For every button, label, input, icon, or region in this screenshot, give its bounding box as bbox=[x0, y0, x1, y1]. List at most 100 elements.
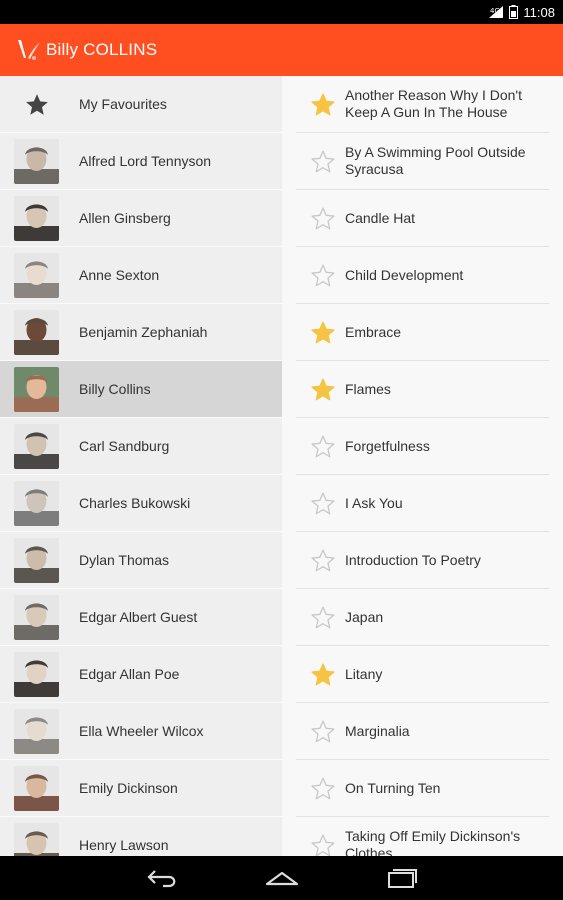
status-bar: 4G 11:08 bbox=[0, 0, 563, 24]
home-button[interactable] bbox=[262, 864, 302, 892]
poem-item[interactable]: Another Reason Why I Don't Keep A Gun In… bbox=[296, 76, 549, 133]
portrait-icon bbox=[14, 253, 59, 298]
poet-avatar bbox=[14, 139, 59, 184]
portrait-icon bbox=[14, 595, 59, 640]
poem-title: Forgetfulness bbox=[345, 437, 430, 454]
poem-item[interactable]: Forgetfulness bbox=[296, 418, 549, 475]
portrait-icon bbox=[14, 709, 59, 754]
poem-title: On Turning Ten bbox=[345, 779, 441, 796]
poet-name: Benjamin Zephaniah bbox=[79, 324, 208, 340]
star-outline-icon[interactable] bbox=[310, 833, 336, 856]
poem-item[interactable]: Child Development bbox=[296, 247, 549, 304]
poem-item[interactable]: Flames bbox=[296, 361, 549, 418]
poet-avatar bbox=[14, 310, 59, 355]
poet-item[interactable]: Edgar Allan Poe bbox=[0, 646, 282, 703]
poet-item[interactable]: Alfred Lord Tennyson bbox=[0, 133, 282, 190]
poet-item[interactable]: Benjamin Zephaniah bbox=[0, 304, 282, 361]
portrait-icon bbox=[14, 424, 59, 469]
star-outline-icon[interactable] bbox=[310, 776, 336, 802]
portrait-icon bbox=[14, 310, 59, 355]
poet-item[interactable]: Dylan Thomas bbox=[0, 532, 282, 589]
star-outline-icon[interactable] bbox=[310, 491, 336, 517]
portrait-icon bbox=[14, 367, 59, 412]
signal-icon: 4G bbox=[489, 6, 504, 18]
poem-item[interactable]: I Ask You bbox=[296, 475, 549, 532]
poet-avatar bbox=[14, 481, 59, 526]
app-bar: Billy COLLINS bbox=[0, 24, 563, 76]
home-icon bbox=[265, 871, 299, 886]
star-filled-icon[interactable] bbox=[310, 320, 336, 346]
portrait-icon bbox=[14, 139, 59, 184]
poet-item[interactable]: Ella Wheeler Wilcox bbox=[0, 703, 282, 760]
poem-item[interactable]: Marginalia bbox=[296, 703, 549, 760]
poet-item[interactable]: Allen Ginsberg bbox=[0, 190, 282, 247]
poem-item[interactable]: Introduction To Poetry bbox=[296, 532, 549, 589]
poem-item[interactable]: Embrace bbox=[296, 304, 549, 361]
star-outline-icon[interactable] bbox=[310, 548, 336, 574]
poet-item[interactable]: Edgar Albert Guest bbox=[0, 589, 282, 646]
poet-name: Alfred Lord Tennyson bbox=[79, 153, 212, 169]
poet-avatar bbox=[14, 709, 59, 754]
star-outline-icon[interactable] bbox=[310, 263, 336, 289]
poem-title: By A Swimming Pool Outside Syracusa bbox=[345, 144, 526, 177]
poet-name: Emily Dickinson bbox=[79, 780, 178, 796]
star-outline-icon[interactable] bbox=[310, 206, 336, 232]
navigation-bar bbox=[0, 856, 563, 900]
star-filled-icon[interactable] bbox=[310, 662, 336, 688]
battery-icon bbox=[509, 5, 519, 19]
status-icons: 4G 11:08 bbox=[488, 3, 555, 21]
poem-item[interactable]: Litany bbox=[296, 646, 549, 703]
poet-item[interactable]: Charles Bukowski bbox=[0, 475, 282, 532]
poem-item[interactable]: On Turning Ten bbox=[296, 760, 549, 817]
poet-item[interactable]: Emily Dickinson bbox=[0, 760, 282, 817]
poet-name: Anne Sexton bbox=[79, 267, 160, 283]
poet-avatar bbox=[14, 367, 59, 412]
poet-name: Dylan Thomas bbox=[79, 552, 170, 568]
poem-title: Japan bbox=[345, 608, 384, 625]
star-outline-icon[interactable] bbox=[310, 605, 336, 631]
poem-item[interactable]: By A Swimming Pool Outside Syracusa bbox=[296, 133, 549, 190]
poet-avatar bbox=[14, 424, 59, 469]
poem-item[interactable]: Taking Off Emily Dickinson's Clothes bbox=[296, 817, 549, 856]
portrait-icon bbox=[14, 823, 59, 856]
poet-avatar bbox=[14, 823, 59, 856]
recents-button[interactable] bbox=[382, 864, 422, 892]
portrait-icon bbox=[14, 766, 59, 811]
poem-item[interactable]: Candle Hat bbox=[296, 190, 549, 247]
favourites-item[interactable]: My Favourites bbox=[0, 76, 282, 133]
poem-title: Candle Hat bbox=[345, 209, 416, 226]
poet-avatar bbox=[14, 538, 59, 583]
poet-avatar bbox=[14, 595, 59, 640]
star-outline-icon[interactable] bbox=[310, 149, 336, 175]
poem-item[interactable]: Japan bbox=[296, 589, 549, 646]
poet-item[interactable]: Anne Sexton bbox=[0, 247, 282, 304]
poet-name: Charles Bukowski bbox=[79, 495, 191, 511]
back-button[interactable] bbox=[142, 864, 182, 892]
favourites-label: My Favourites bbox=[79, 96, 167, 112]
poet-item[interactable]: Billy Collins bbox=[0, 361, 282, 418]
poet-list[interactable]: My Favourites Alfred Lord Tennyson Allen … bbox=[0, 76, 282, 856]
star-icon bbox=[26, 94, 48, 115]
poem-title: Introduction To Poetry bbox=[345, 551, 481, 568]
poem-title: Flames bbox=[345, 380, 391, 397]
poem-title: Embrace bbox=[345, 323, 402, 340]
poem-title: Litany bbox=[345, 665, 383, 682]
portrait-icon bbox=[14, 652, 59, 697]
poet-avatar bbox=[14, 766, 59, 811]
content: My Favourites Alfred Lord Tennyson Allen … bbox=[0, 76, 563, 856]
poet-item[interactable]: Henry Lawson bbox=[0, 817, 282, 856]
poet-name: Allen Ginsberg bbox=[79, 210, 171, 226]
star-filled-icon[interactable] bbox=[310, 377, 336, 403]
poet-item[interactable]: Carl Sandburg bbox=[0, 418, 282, 475]
svg-text:4G: 4G bbox=[490, 7, 500, 15]
poem-title: Marginalia bbox=[345, 722, 410, 739]
star-outline-icon[interactable] bbox=[310, 434, 336, 460]
poet-name: Billy Collins bbox=[79, 381, 151, 397]
poet-name: Edgar Allan Poe bbox=[79, 666, 180, 682]
poem-title: I Ask You bbox=[345, 494, 403, 511]
portrait-icon bbox=[14, 196, 59, 241]
star-filled-icon[interactable] bbox=[310, 92, 336, 118]
poem-title: Child Development bbox=[345, 266, 464, 283]
poem-list[interactable]: Another Reason Why I Don't Keep A Gun In… bbox=[282, 76, 563, 856]
star-outline-icon[interactable] bbox=[310, 719, 336, 745]
